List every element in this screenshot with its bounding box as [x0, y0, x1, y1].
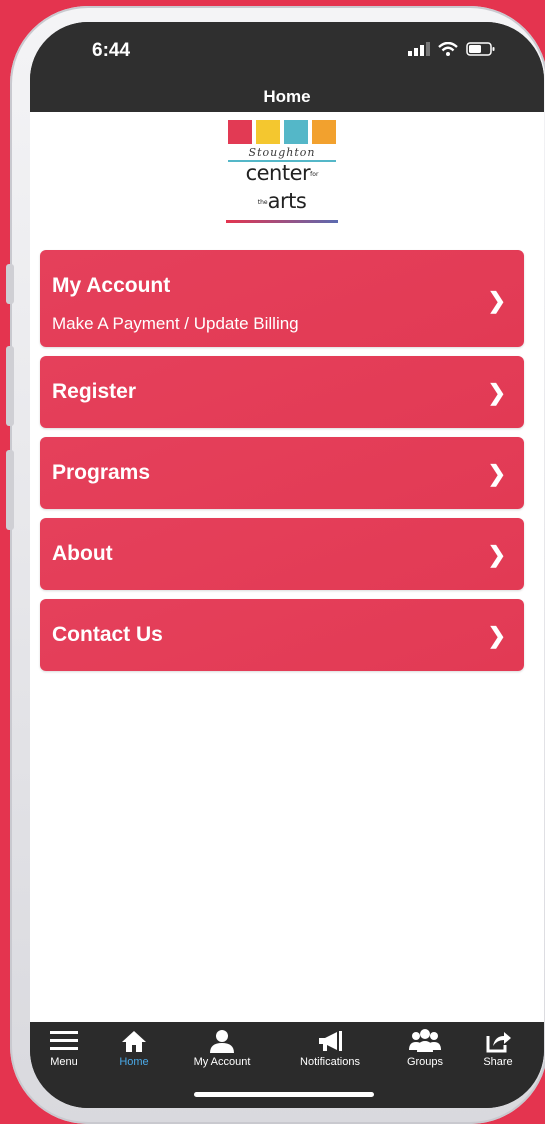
- battery-icon: [466, 42, 495, 56]
- home-content: Stoughton centerfor thearts My Account M…: [30, 112, 544, 1022]
- share-icon: [486, 1032, 511, 1053]
- tab-my-account[interactable]: My Account: [182, 1028, 262, 1068]
- signal-icon: [408, 42, 430, 56]
- tab-label: Notifications: [300, 1056, 360, 1068]
- side-button-mute: [6, 264, 14, 304]
- page-title: Home: [263, 87, 311, 106]
- tab-notifications[interactable]: Notifications: [290, 1028, 370, 1068]
- menu-item-my-account[interactable]: My Account Make A Payment / Update Billi…: [40, 250, 524, 347]
- chevron-right-icon: ❯: [487, 623, 506, 648]
- phone-screen: 6:44 Home Stoughton centerfor thearts My…: [30, 22, 544, 1108]
- tab-menu[interactable]: Menu: [30, 1028, 104, 1068]
- logo-script: Stoughton: [248, 146, 316, 159]
- menu-item-label: Contact Us: [52, 623, 163, 646]
- menu-item-contact-us[interactable]: Contact Us ❯: [40, 599, 524, 671]
- side-button-volume-up: [6, 346, 14, 426]
- tab-label: Home: [119, 1056, 149, 1068]
- menu-item-label: Register: [52, 380, 137, 403]
- megaphone-icon: [319, 1031, 342, 1051]
- hamburger-icon: [50, 1031, 78, 1050]
- side-button-volume-down: [6, 450, 14, 530]
- tab-label: Groups: [406, 1056, 444, 1068]
- tab-share[interactable]: Share: [458, 1028, 538, 1068]
- center-for-arts-logo: Stoughton centerfor thearts: [222, 120, 342, 223]
- chevron-right-icon: ❯: [487, 461, 506, 486]
- tab-label: Share: [483, 1056, 513, 1068]
- status-time: 6:44: [92, 40, 131, 61]
- groups-icon: [409, 1029, 441, 1052]
- menu-item-label: My Account: [52, 274, 171, 297]
- logo-wordmark: centerfor thearts: [245, 161, 319, 213]
- menu-item-programs[interactable]: Programs ❯: [40, 437, 524, 509]
- nav-bar: Home: [30, 84, 544, 112]
- wifi-icon: [438, 42, 458, 56]
- menu-item-label: About: [52, 542, 113, 565]
- home-icon: [122, 1031, 146, 1052]
- chevron-right-icon: ❯: [487, 288, 506, 313]
- tab-home[interactable]: Home: [94, 1028, 174, 1068]
- home-indicator[interactable]: [194, 1092, 374, 1097]
- menu-item-sublabel: Make A Payment / Update Billing: [52, 314, 299, 333]
- menu-item-label: Programs: [52, 461, 151, 484]
- tab-label: Menu: [50, 1056, 78, 1068]
- tab-groups[interactable]: Groups: [385, 1028, 465, 1068]
- chevron-right-icon: ❯: [487, 542, 506, 567]
- person-icon: [210, 1030, 234, 1053]
- menu-item-about[interactable]: About ❯: [40, 518, 524, 590]
- chevron-right-icon: ❯: [487, 380, 506, 405]
- menu-list: My Account Make A Payment / Update Billi…: [40, 250, 524, 680]
- tab-label: My Account: [193, 1056, 251, 1068]
- status-bar: 6:44: [30, 22, 544, 84]
- menu-item-register[interactable]: Register ❯: [40, 356, 524, 428]
